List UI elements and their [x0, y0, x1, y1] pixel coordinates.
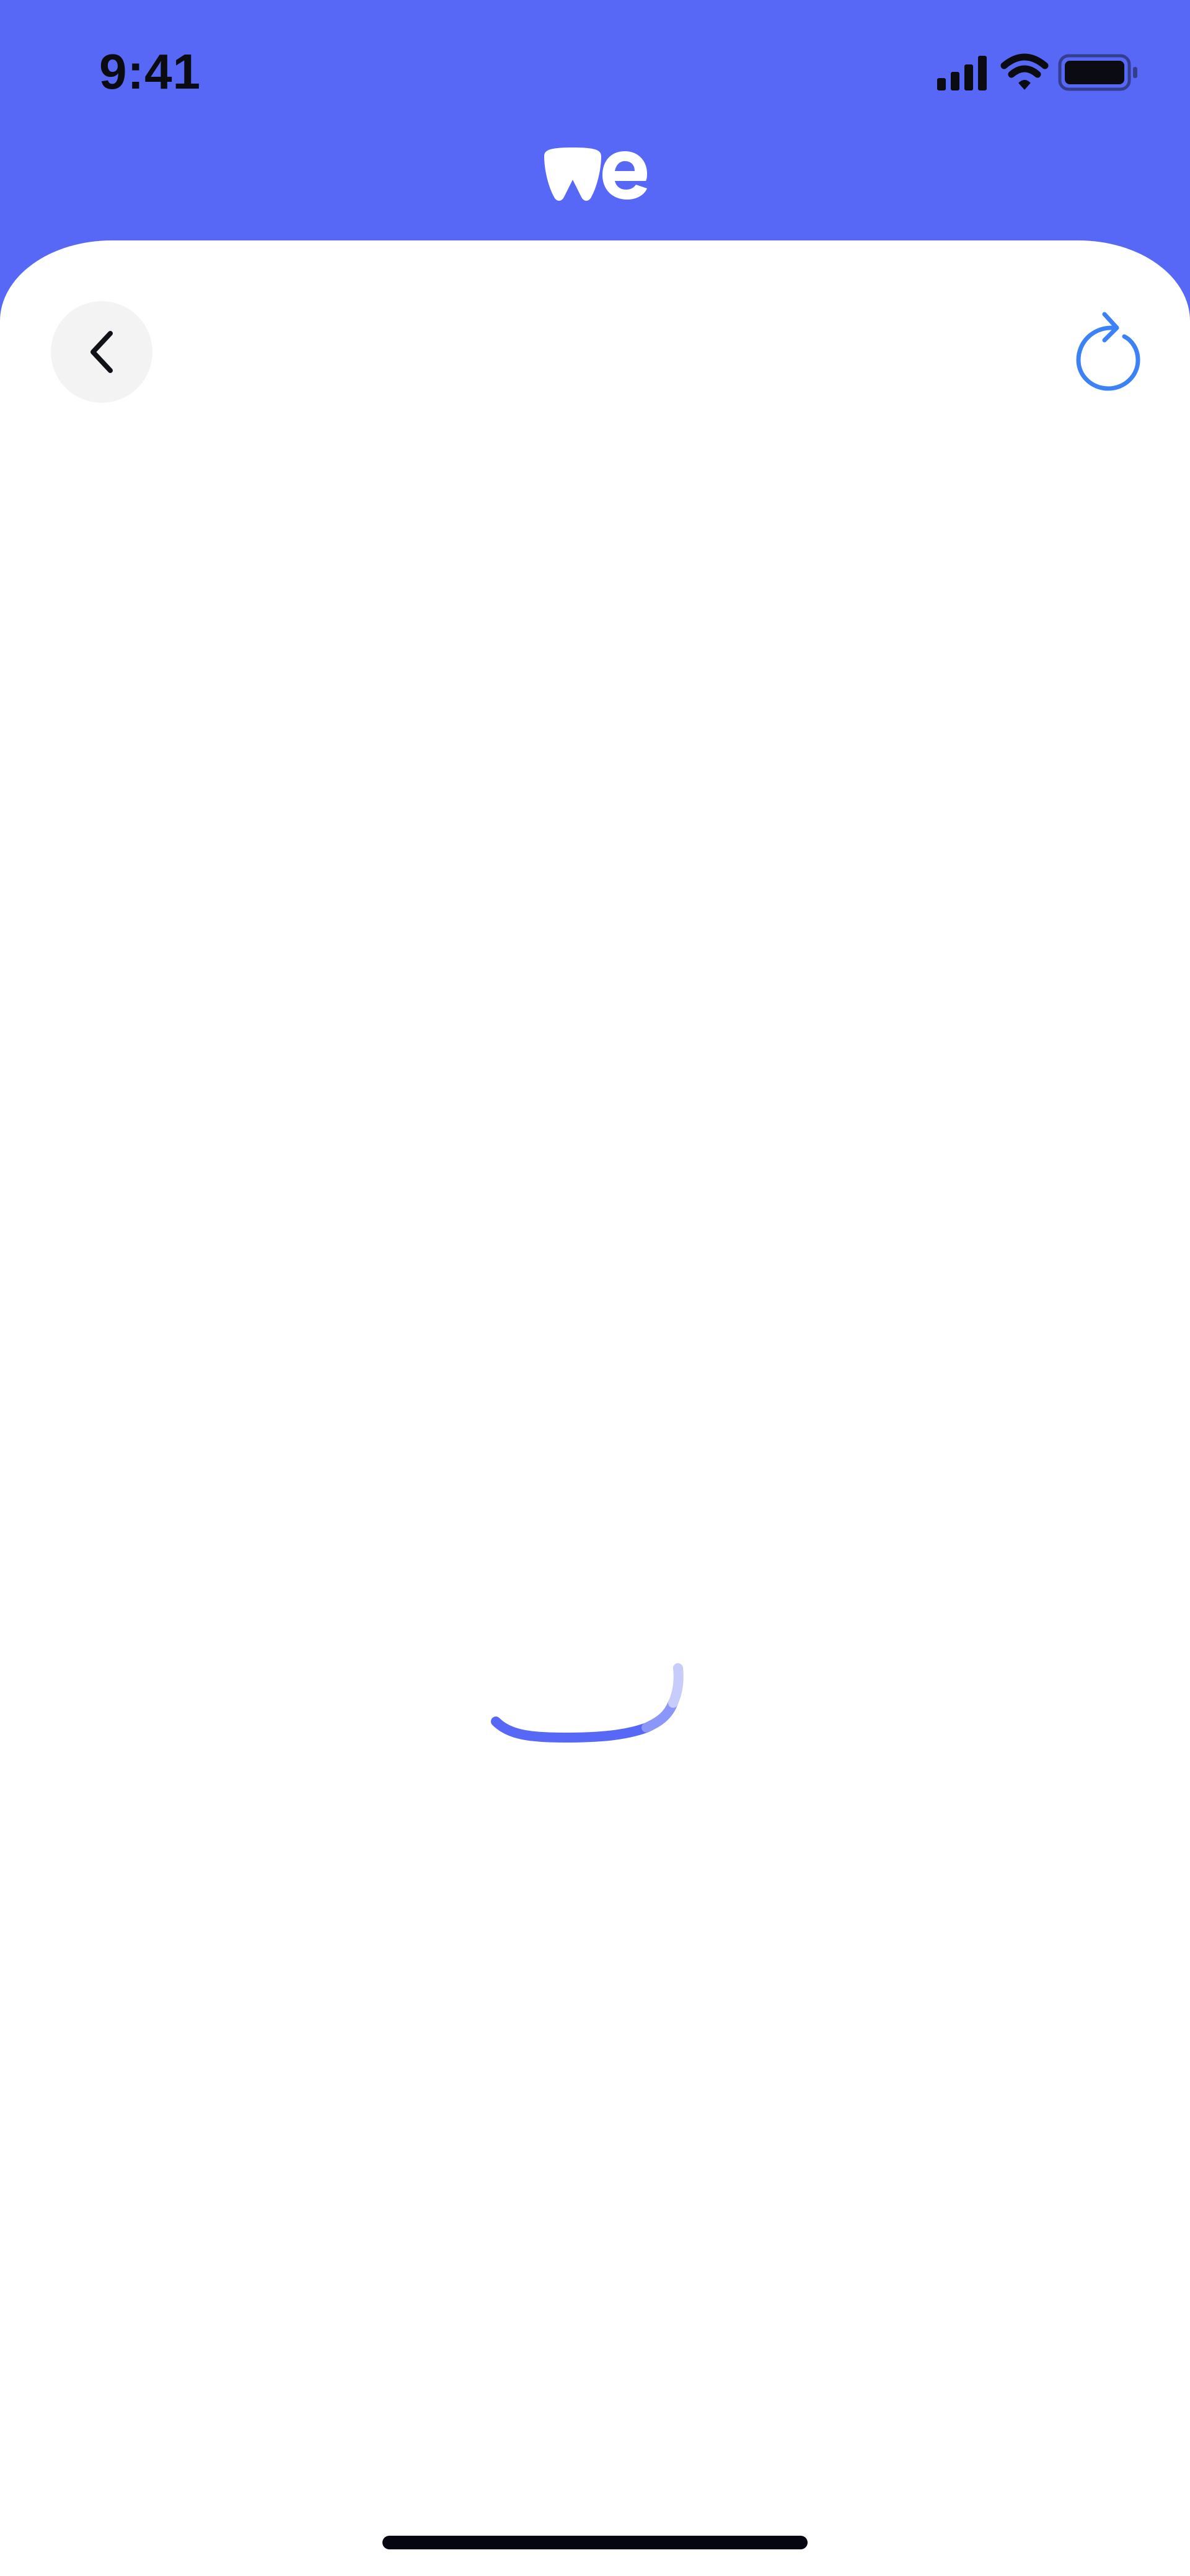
- chevron-left-icon: [90, 331, 113, 373]
- loading-spinner: [491, 1663, 684, 1743]
- refresh-icon: [1076, 312, 1140, 391]
- refresh-button[interactable]: [1065, 309, 1152, 395]
- status-bar: 9:41: [0, 0, 1190, 143]
- content-sheet: [0, 240, 1190, 2576]
- battery-icon: [1058, 54, 1137, 91]
- back-button[interactable]: [51, 301, 152, 403]
- home-indicator[interactable]: [382, 2536, 808, 2549]
- status-time: 9:41: [99, 44, 201, 99]
- cellular-signal-icon: [937, 56, 987, 90]
- app-screen: 9:41: [0, 0, 1190, 2576]
- wetransfer-logo: [543, 147, 648, 203]
- wifi-icon: [1000, 53, 1049, 90]
- status-icons: [936, 51, 1147, 94]
